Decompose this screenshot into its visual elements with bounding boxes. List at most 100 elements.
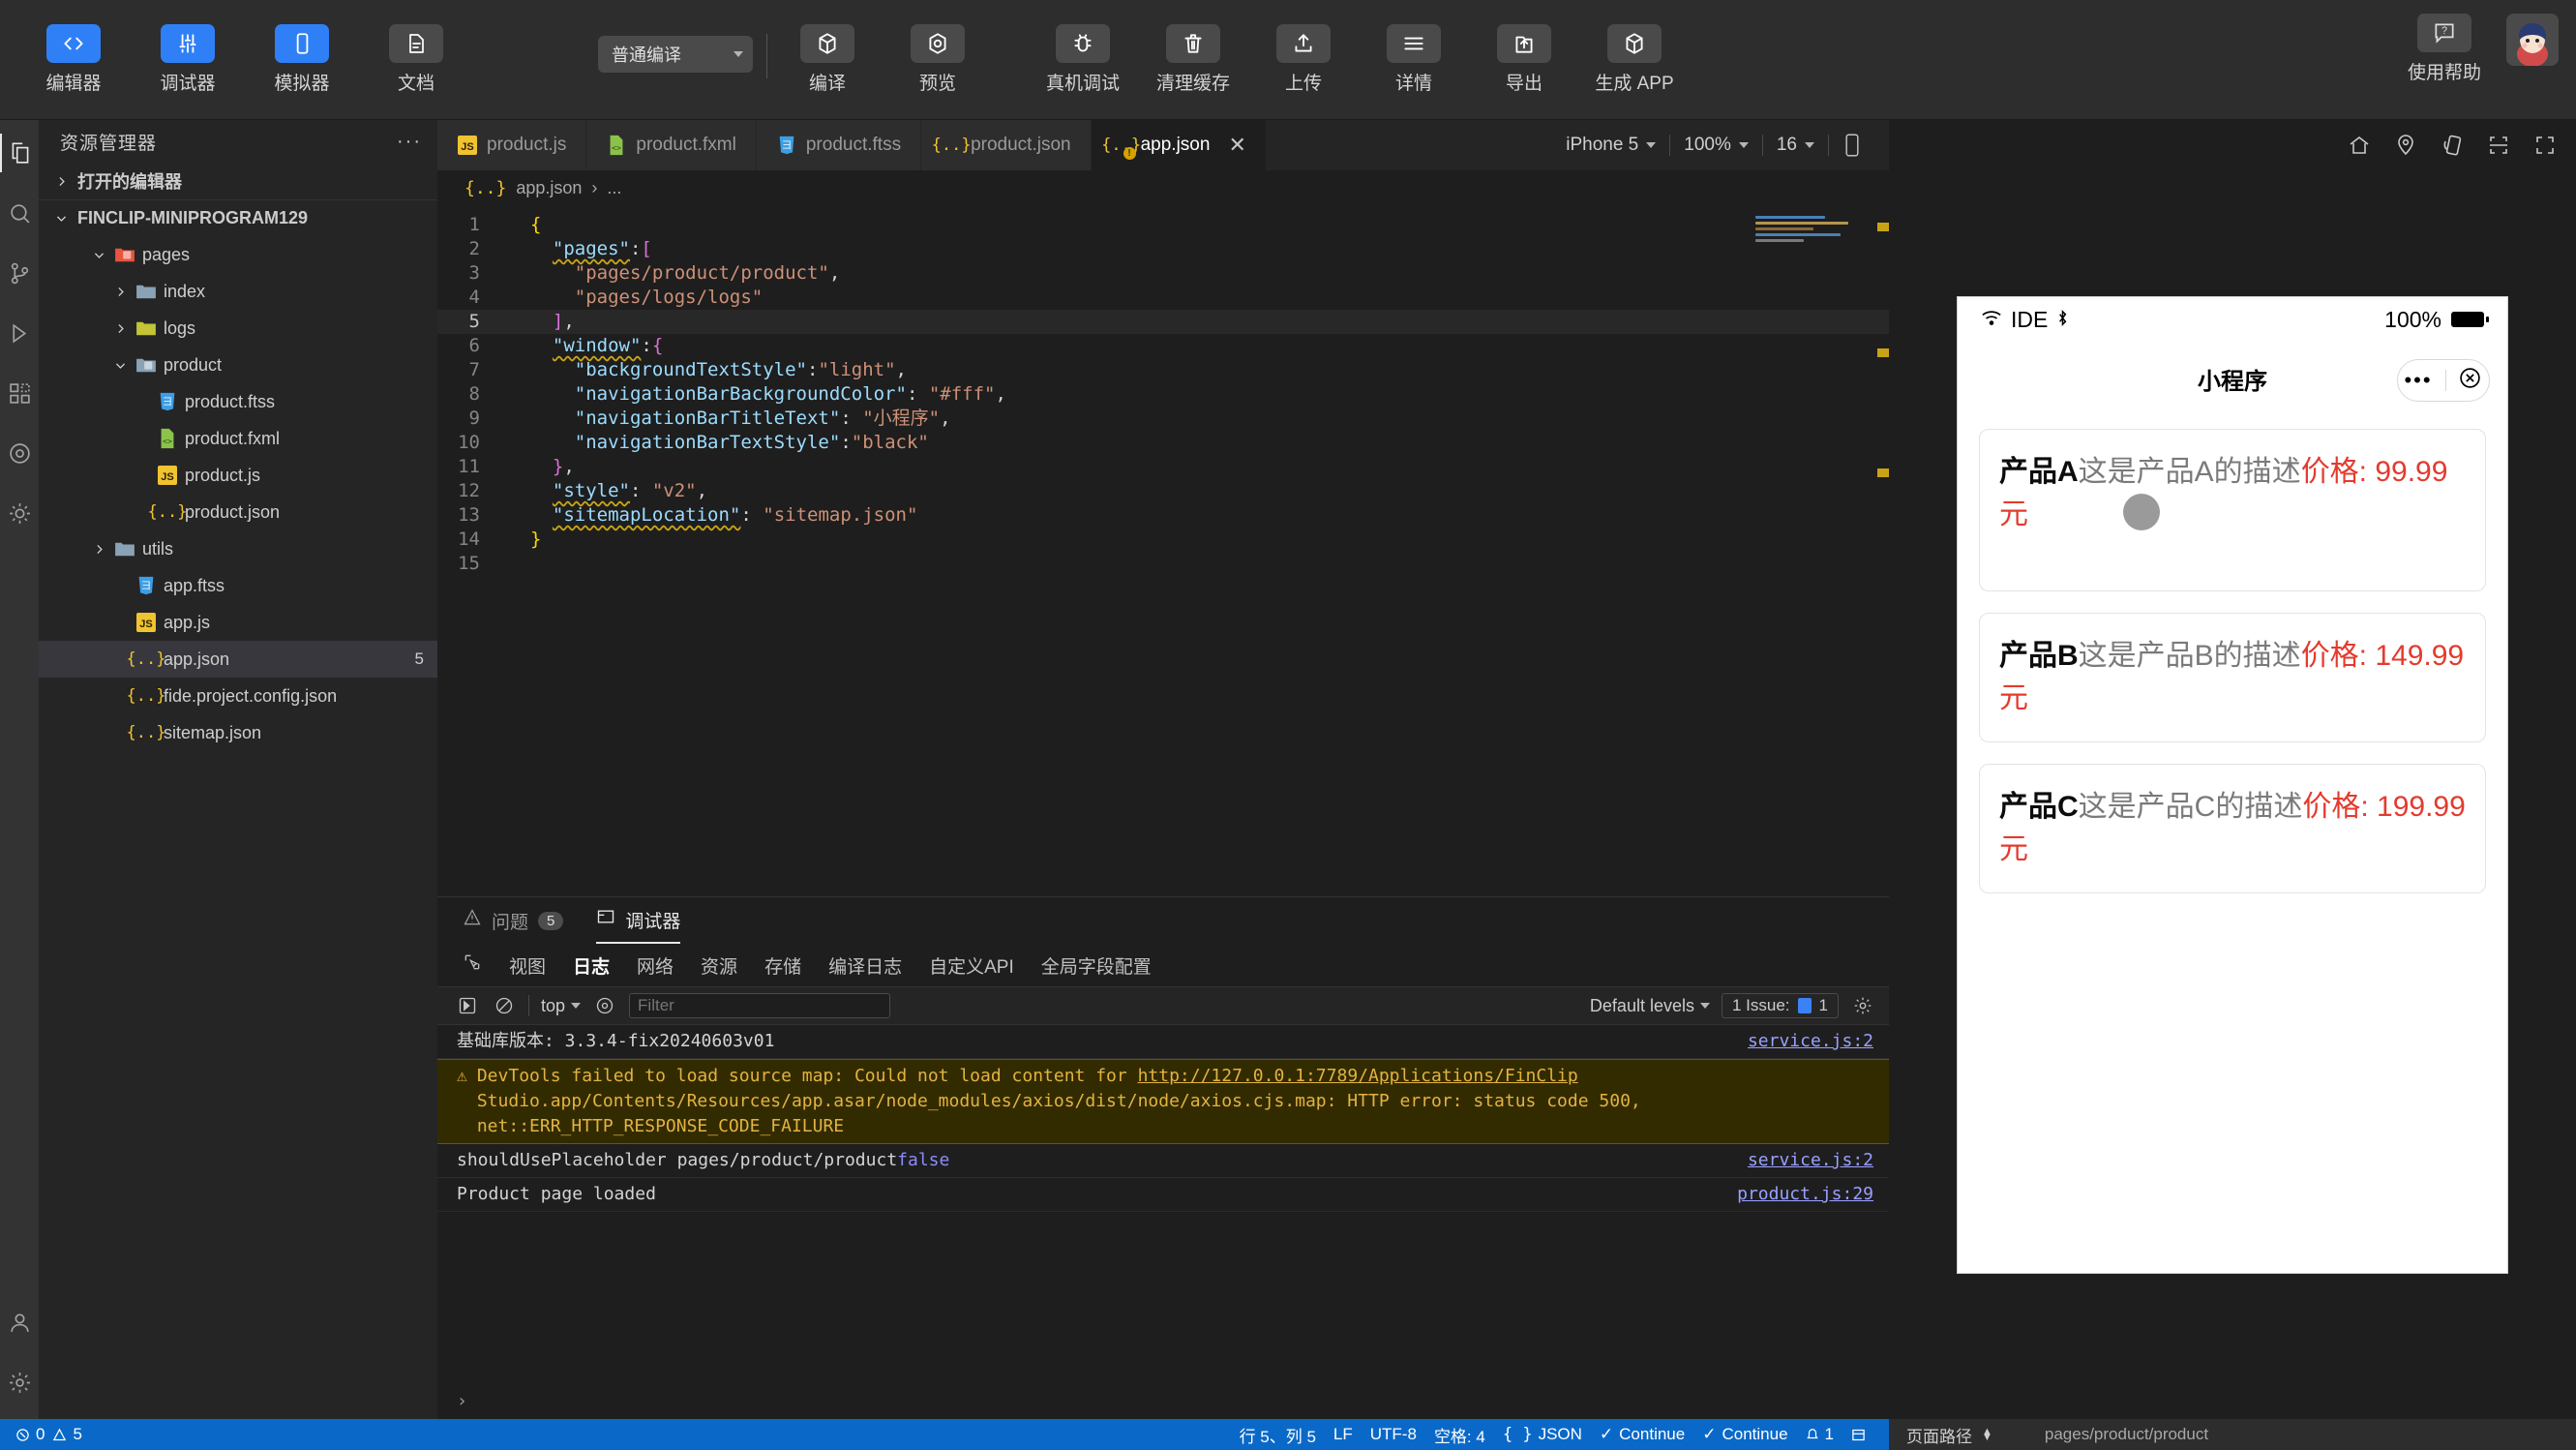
- log-levels-select[interactable]: Default levels: [1590, 996, 1710, 1016]
- chevron-right-icon[interactable]: [111, 322, 129, 335]
- tree-item-app-js[interactable]: JS app.js: [39, 604, 437, 641]
- indent-setting[interactable]: 空格: 4: [1434, 1423, 1485, 1447]
- home-icon[interactable]: [2338, 124, 2381, 166]
- tree-item-utils[interactable]: utils: [39, 530, 437, 567]
- tree-item-product-ftss[interactable]: 彐 product.ftss: [39, 383, 437, 420]
- toolbar-mode-code[interactable]: 编辑器: [27, 24, 120, 95]
- breadcrumb-rest[interactable]: ...: [607, 178, 621, 198]
- notifications-bell[interactable]: 1: [1806, 1425, 1834, 1444]
- editor-scrollbar[interactable]: [1875, 205, 1889, 896]
- help-button[interactable]: ? 使用帮助: [2398, 14, 2491, 84]
- tree-item-app-ftss[interactable]: 彐 app.ftss: [39, 567, 437, 604]
- toolbar-action-export-folder[interactable]: 导出: [1478, 24, 1571, 95]
- editor-tab-product-json[interactable]: {..} product.json: [921, 120, 1092, 170]
- product-card[interactable]: 产品A这是产品A的描述价格: 99.99元: [1979, 429, 2486, 591]
- donut-icon[interactable]: [0, 434, 39, 472]
- debugger-tab[interactable]: 编译日志: [828, 952, 902, 979]
- cursor-position[interactable]: 行 5、列 5: [1240, 1423, 1316, 1447]
- tree-item-sitemap-json[interactable]: {..} sitemap.json: [39, 714, 437, 751]
- tree-item-app-json[interactable]: {..} app.json 5: [39, 641, 437, 678]
- project-root-section[interactable]: FINCLIP-MINIPROGRAM129: [39, 199, 437, 236]
- debugger-tab[interactable]: 日志: [573, 952, 610, 979]
- font-size-select[interactable]: 16: [1763, 135, 1828, 156]
- toolbar-action-trash[interactable]: 清理缓存: [1147, 24, 1240, 95]
- tree-item-product-fxml[interactable]: <> product.fxml: [39, 420, 437, 457]
- chevron-right-icon[interactable]: [111, 286, 129, 298]
- console-source-link[interactable]: service.js:2: [1728, 1148, 1873, 1173]
- close-circle-icon[interactable]: [2458, 366, 2482, 395]
- explorer-more-icon[interactable]: ···: [397, 131, 422, 153]
- close-icon[interactable]: ✕: [1228, 135, 1245, 156]
- chevron-down-icon[interactable]: [90, 249, 107, 261]
- sort-arrows-icon[interactable]: ▲ ▼: [1982, 1427, 1992, 1443]
- clear-console-icon[interactable]: [492, 993, 517, 1018]
- page-path-value[interactable]: pages/product/product: [2002, 1425, 2208, 1444]
- debugger-tab[interactable]: 全局字段配置: [1041, 952, 1152, 979]
- language-mode[interactable]: { } JSON: [1503, 1425, 1582, 1444]
- extensions-icon[interactable]: [0, 374, 39, 412]
- debugger-tab[interactable]: 网络: [637, 952, 674, 979]
- tree-item-fide-project-config-json[interactable]: {..} fide.project.config.json: [39, 678, 437, 714]
- scan-icon[interactable]: [2477, 124, 2520, 166]
- toolbar-action-generate-cube[interactable]: 生成 APP: [1588, 24, 1681, 95]
- person-icon[interactable]: [0, 1303, 39, 1342]
- chevron-down-icon[interactable]: [111, 359, 129, 372]
- eol-setting[interactable]: LF: [1333, 1425, 1353, 1444]
- eye-icon[interactable]: [592, 993, 617, 1018]
- console-link[interactable]: http://127.0.0.1:7789/Applications/FinCl…: [1138, 1066, 1578, 1086]
- toolbar-action-bug[interactable]: 真机调试: [1036, 24, 1129, 95]
- console-source-link[interactable]: product.js:29: [1718, 1182, 1873, 1207]
- toolbar-action-hamburger[interactable]: 详情: [1367, 24, 1460, 95]
- files-icon[interactable]: [0, 134, 39, 172]
- debugger-tab[interactable]: 存储: [764, 952, 801, 979]
- product-card[interactable]: 产品B这是产品B的描述价格: 149.99元: [1979, 613, 2486, 742]
- toolbar-mode-sliders[interactable]: 调试器: [141, 24, 234, 95]
- toolbar-action-upload[interactable]: 上传: [1257, 24, 1350, 95]
- panel-tab-problems[interactable]: 问题 5: [463, 897, 564, 944]
- avatar[interactable]: [2506, 14, 2559, 66]
- debugger-tab[interactable]: 资源: [701, 952, 737, 979]
- search-icon[interactable]: [0, 194, 39, 232]
- gear-icon[interactable]: [0, 1363, 39, 1402]
- console-source-link[interactable]: service.js:2: [1728, 1029, 1873, 1054]
- zoom-select[interactable]: 100%: [1670, 135, 1762, 156]
- editor-tab-product-ftss[interactable]: 彐 product.ftss: [756, 120, 922, 170]
- console-prompt[interactable]: ›: [437, 1383, 1889, 1419]
- capsule-menu[interactable]: •••: [2397, 359, 2490, 402]
- toolbar-mode-document[interactable]: 文档: [370, 24, 463, 95]
- expand-icon[interactable]: [2524, 124, 2566, 166]
- context-select[interactable]: top: [541, 996, 582, 1016]
- compile-mode-select[interactable]: 普通编译: [598, 36, 753, 73]
- minimap[interactable]: [1755, 213, 1872, 271]
- editor-tab-product-fxml[interactable]: <> product.fxml: [586, 120, 757, 170]
- tree-item-product-json[interactable]: {..} product.json: [39, 494, 437, 530]
- code-editor[interactable]: 1{2 "pages":[3 "pages/product/product", 4…: [437, 205, 1889, 896]
- breadcrumb-file[interactable]: app.json: [516, 178, 582, 198]
- layout-toggle-icon[interactable]: [1851, 1428, 1866, 1442]
- code-content[interactable]: 1{2 "pages":[3 "pages/product/product", 4…: [437, 205, 1889, 576]
- toolbar-action-preview-eye[interactable]: 预览: [891, 24, 984, 95]
- continue-task-1[interactable]: ✓ Continue: [1600, 1425, 1685, 1444]
- sun-icon[interactable]: [0, 494, 39, 532]
- inspect-icon[interactable]: [455, 993, 480, 1018]
- tree-item-index[interactable]: index: [39, 273, 437, 310]
- editor-tab-app-json[interactable]: {..}! app.json ✕: [1091, 120, 1267, 170]
- toolbar-action-compile-cube[interactable]: 编译: [781, 24, 874, 95]
- console-filter-input[interactable]: [629, 993, 891, 1018]
- rotate-device-icon[interactable]: [1829, 133, 1875, 158]
- location-pin-icon[interactable]: [2384, 124, 2427, 166]
- editor-tab-product-js[interactable]: JS product.js: [437, 120, 587, 170]
- issues-badge[interactable]: 1 Issue: 1: [1721, 993, 1839, 1018]
- tree-item-product[interactable]: product: [39, 347, 437, 383]
- console-output[interactable]: 基础库版本: 3.3.4-fix20240603v01 service.js:2 ⚠…: [437, 1025, 1889, 1383]
- more-dots-icon[interactable]: •••: [2404, 370, 2432, 391]
- toolbar-mode-phone[interactable]: 模拟器: [255, 24, 348, 95]
- continue-task-2[interactable]: ✓ Continue: [1702, 1425, 1787, 1444]
- tree-item-pages[interactable]: pages: [39, 236, 437, 273]
- debugger-tab[interactable]: 视图: [509, 952, 546, 979]
- inspect-element-icon[interactable]: [463, 952, 482, 978]
- rotate-device-icon[interactable]: [2431, 124, 2473, 166]
- encoding-setting[interactable]: UTF-8: [1370, 1425, 1417, 1444]
- panel-tab-debugger[interactable]: 调试器: [596, 897, 681, 944]
- tree-item-product-js[interactable]: JS product.js: [39, 457, 437, 494]
